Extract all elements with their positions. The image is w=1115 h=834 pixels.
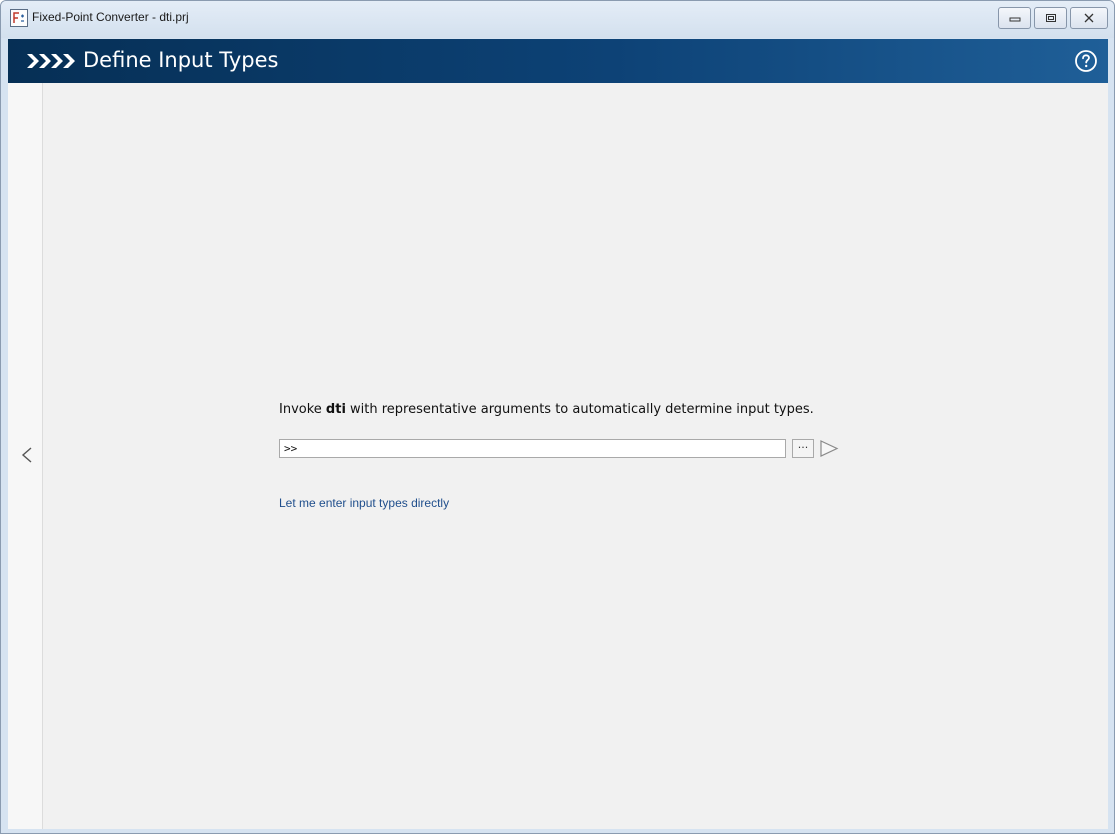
maximize-button[interactable] — [1034, 7, 1067, 29]
app-icon — [10, 9, 28, 27]
window-controls — [998, 7, 1108, 29]
instruction-text: Invoke dti with representative arguments… — [279, 402, 814, 417]
enter-types-directly-link[interactable]: Let me enter input types directly — [279, 496, 449, 510]
play-triangle-icon[interactable] — [818, 438, 840, 459]
title-bar: Fixed-Point Converter - dti.prj — [1, 1, 1114, 38]
minimize-icon — [1009, 17, 1020, 22]
function-name: dti — [325, 402, 346, 417]
close-button[interactable] — [1070, 7, 1108, 29]
minimize-button[interactable] — [998, 7, 1031, 29]
back-panel[interactable] — [8, 83, 43, 829]
app-window: Fixed-Point Converter - dti.prj Define I… — [0, 0, 1115, 834]
browse-button[interactable]: ··· — [792, 439, 814, 458]
window-title: Fixed-Point Converter - dti.prj — [32, 10, 189, 24]
page-title: Define Input Types — [83, 48, 279, 72]
close-icon — [1084, 13, 1094, 23]
help-icon[interactable] — [1074, 49, 1098, 73]
chevron-left-icon[interactable] — [21, 446, 33, 464]
page-header: Define Input Types — [8, 39, 1108, 83]
workflow-arrows-icon — [27, 54, 75, 68]
command-input[interactable] — [279, 439, 786, 458]
main-panel: Invoke dti with representative arguments… — [8, 83, 1108, 829]
maximize-icon — [1045, 14, 1056, 22]
